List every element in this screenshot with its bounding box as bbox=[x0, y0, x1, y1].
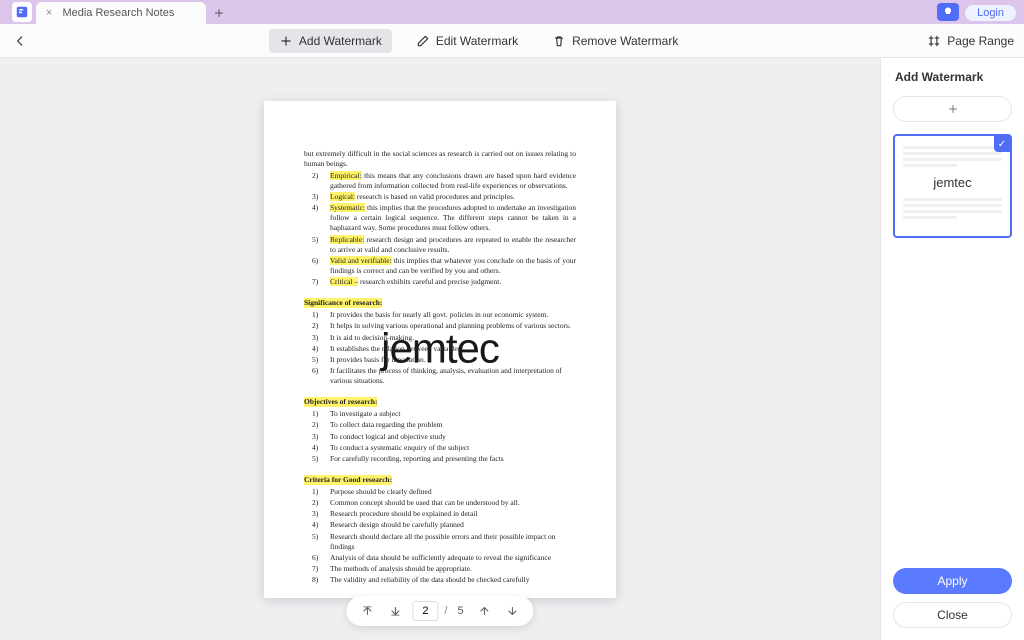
close-button[interactable]: Close bbox=[893, 602, 1012, 628]
section-significance: Significance of research: bbox=[304, 298, 382, 308]
titlebar: × Media Research Notes Login bbox=[0, 0, 1024, 24]
close-icon[interactable]: × bbox=[46, 7, 52, 19]
page-separator: / bbox=[444, 605, 447, 617]
watermark-thumbnail[interactable]: ✓ jemtec bbox=[893, 134, 1012, 238]
canvas-area[interactable]: jemtec but extremely difficult in the so… bbox=[0, 58, 880, 640]
login-button[interactable]: Login bbox=[965, 5, 1016, 21]
toolbar: Add Watermark Edit Watermark Remove Wate… bbox=[0, 24, 1024, 58]
new-tab-button[interactable] bbox=[206, 2, 232, 24]
add-watermark-label: Add Watermark bbox=[299, 34, 382, 48]
thumb-lines-top bbox=[903, 146, 1002, 167]
thumb-lines-bottom bbox=[903, 198, 1002, 219]
next-page-button[interactable] bbox=[502, 600, 524, 622]
remove-watermark-label: Remove Watermark bbox=[572, 34, 678, 48]
check-icon: ✓ bbox=[994, 136, 1010, 152]
side-panel: Add Watermark ✓ jemtec Apply Close bbox=[880, 58, 1024, 640]
page-input[interactable] bbox=[412, 601, 438, 621]
watermark-thumbnail-label: jemtec bbox=[903, 175, 1002, 190]
page-range-button[interactable]: Page Range bbox=[927, 34, 1014, 48]
principles-list: Empirical: this means that any conclusio… bbox=[304, 171, 576, 287]
document-page: jemtec but extremely difficult in the so… bbox=[264, 101, 616, 598]
page-range-label: Page Range bbox=[947, 34, 1014, 48]
tab-title: Media Research Notes bbox=[62, 7, 174, 19]
edit-watermark-button[interactable]: Edit Watermark bbox=[406, 29, 528, 53]
side-panel-heading: Add Watermark bbox=[881, 58, 1024, 96]
remove-watermark-button[interactable]: Remove Watermark bbox=[542, 29, 688, 53]
page-total: 5 bbox=[453, 605, 467, 617]
tab-document[interactable]: × Media Research Notes bbox=[36, 2, 206, 24]
add-watermark-slot[interactable] bbox=[893, 96, 1012, 122]
go-last-button[interactable] bbox=[384, 600, 406, 622]
intro-text: but extremely difficult in the social sc… bbox=[304, 149, 576, 169]
criteria-list: Purpose should be clearly defined Common… bbox=[304, 487, 576, 585]
tips-icon[interactable] bbox=[937, 3, 959, 21]
back-button[interactable] bbox=[10, 31, 30, 51]
objectives-list: To investigate a subject To collect data… bbox=[304, 409, 576, 464]
significance-list: It provides the basis for nearly all gov… bbox=[304, 310, 576, 386]
prev-page-button[interactable] bbox=[474, 600, 496, 622]
section-criteria: Criteria for Good research: bbox=[304, 475, 392, 485]
go-first-button[interactable] bbox=[356, 600, 378, 622]
app-icon[interactable] bbox=[12, 2, 32, 22]
add-watermark-button[interactable]: Add Watermark bbox=[269, 29, 392, 53]
pager: / 5 bbox=[346, 596, 533, 626]
edit-watermark-label: Edit Watermark bbox=[436, 34, 518, 48]
section-objectives: Objectives of research: bbox=[304, 397, 377, 407]
main: jemtec but extremely difficult in the so… bbox=[0, 58, 1024, 640]
apply-button[interactable]: Apply bbox=[893, 568, 1012, 594]
